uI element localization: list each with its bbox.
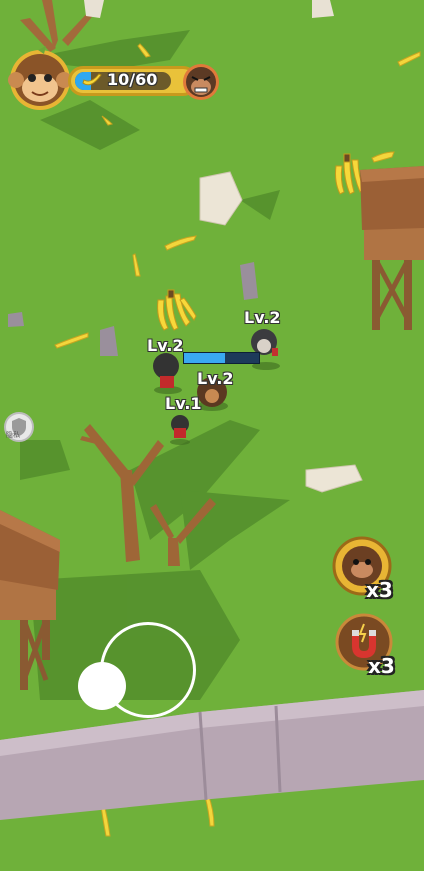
banana-icon <box>81 71 103 93</box>
gorilla-face-icon <box>183 64 219 100</box>
joystick-knob[interactable] <box>78 662 126 710</box>
banana-progress-bar: 10/60 <box>68 66 198 96</box>
boss-avatar <box>182 62 220 102</box>
magnet-boost-count: x3 <box>368 654 395 678</box>
level-label-player: Lv.2 <box>147 336 184 355</box>
game-scene <box>0 0 424 871</box>
monkey-face-icon <box>8 46 72 110</box>
player-avatar <box>6 44 74 112</box>
banana-progress-text: 10/60 <box>107 70 158 89</box>
enemy-health-fill <box>184 353 226 363</box>
level-label-enemy-right: Lv.2 <box>244 308 281 327</box>
gorilla-boost-count: x3 <box>366 578 393 602</box>
privacy-label: 隐私 <box>6 431 20 439</box>
level-label-enemy-small: Lv.1 <box>165 394 202 413</box>
enemy-health-bar <box>183 352 260 364</box>
level-label-enemy-center: Lv.2 <box>197 369 234 388</box>
